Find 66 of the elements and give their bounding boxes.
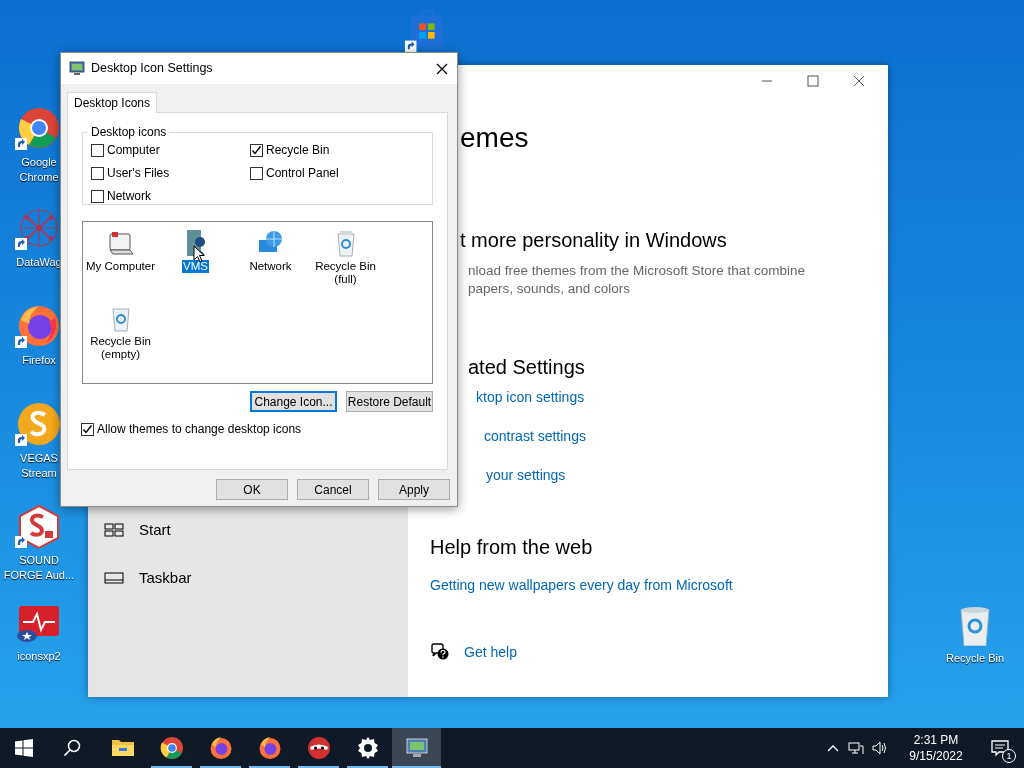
chat-bubbles-icon	[430, 643, 450, 661]
icon-label[interactable]: Network	[248, 260, 293, 273]
dialog-button[interactable]: OK	[216, 479, 288, 500]
date-text: 9/15/2022	[909, 748, 963, 764]
icon-label[interactable]: VMS	[182, 260, 209, 273]
checkbox[interactable]	[81, 422, 94, 436]
dialog-button[interactable]: Apply	[378, 479, 450, 500]
start-tiles-icon	[104, 523, 124, 537]
fox-globe-icon	[257, 736, 282, 760]
s-hexagon-icon[interactable]	[17, 504, 61, 548]
icon-label[interactable]: Recycle Bin (full)	[308, 260, 383, 286]
checkbox-label[interactable]: Allow themes to change desktop icons	[97, 420, 302, 438]
sidebar-item[interactable]: Taskbar	[88, 554, 408, 602]
chrome-icon	[159, 736, 184, 760]
icon-label[interactable]: Recycle Bin (empty)	[83, 335, 158, 361]
fox-globe-icon[interactable]	[17, 304, 61, 348]
window-title: Desktop Icon Settings	[91, 60, 213, 78]
get-help-link[interactable]: Get help	[464, 642, 517, 662]
time-text: 2:31 PM	[913, 732, 959, 748]
tab[interactable]: Desktop Icons	[67, 92, 158, 113]
section-heading: ated Settings	[468, 355, 586, 380]
page-title: emes	[460, 121, 530, 155]
minimize-icon	[762, 80, 772, 82]
checkbox-label[interactable]: Recycle Bin	[266, 141, 330, 159]
section-heading: t more personality in Windows	[460, 228, 728, 253]
notification-badge: 1	[1002, 749, 1016, 763]
clock[interactable]: 2:31 PM 9/15/2022	[896, 732, 976, 764]
network-icon	[847, 740, 864, 756]
checkbox-label[interactable]: Network	[107, 187, 151, 205]
close-icon	[435, 61, 449, 76]
icon-label[interactable]: My Computer	[85, 260, 156, 273]
checkbox-label[interactable]: User's Files	[107, 164, 170, 182]
checkbox[interactable]	[250, 143, 263, 157]
help-link[interactable]: Getting new wallpapers every day from Microsoft	[430, 575, 733, 595]
settings-icon	[355, 736, 380, 760]
checkbox[interactable]	[91, 189, 104, 203]
checkbox[interactable]	[250, 166, 263, 180]
search-icon	[63, 739, 81, 757]
windows-logo-icon	[15, 739, 33, 757]
mask-icon	[306, 736, 331, 760]
fox-globe-icon	[208, 736, 233, 760]
speaker-icon	[870, 740, 887, 756]
change-icon-button[interactable]: Change Icon...	[250, 391, 337, 412]
taskbar-icon	[104, 571, 124, 585]
chrome-icon[interactable]	[17, 106, 61, 150]
network-graph-icon[interactable]	[17, 206, 61, 250]
description-text: nload free themes from the Microsoft Store that combine papers, sounds, and colors	[468, 262, 806, 298]
notifications-button[interactable]: 1	[976, 728, 1024, 768]
message-icon	[991, 739, 1009, 757]
settings-link[interactable]: your settings	[486, 465, 888, 485]
maximize-icon	[804, 73, 822, 89]
mouse-pointer-icon	[193, 245, 205, 263]
checkbox[interactable]	[91, 143, 104, 157]
section-heading: Help from the web	[430, 535, 594, 560]
s-circle-icon[interactable]	[17, 402, 61, 446]
monitor-icon	[69, 60, 85, 77]
sidebar-item[interactable]: Start	[88, 506, 408, 554]
group-label: Desktop icons	[90, 124, 168, 141]
checkbox[interactable]	[91, 166, 104, 180]
checkbox-label[interactable]: Computer	[107, 141, 160, 159]
settings-link[interactable]: contrast settings	[484, 426, 888, 446]
checkbox-label[interactable]: Control Panel	[266, 164, 339, 182]
restore-default-button[interactable]: Restore Default	[346, 391, 433, 412]
settings-link[interactable]: ktop icon settings	[476, 387, 888, 407]
monitor-icon	[404, 736, 429, 760]
dialog-button[interactable]: Cancel	[297, 479, 369, 500]
